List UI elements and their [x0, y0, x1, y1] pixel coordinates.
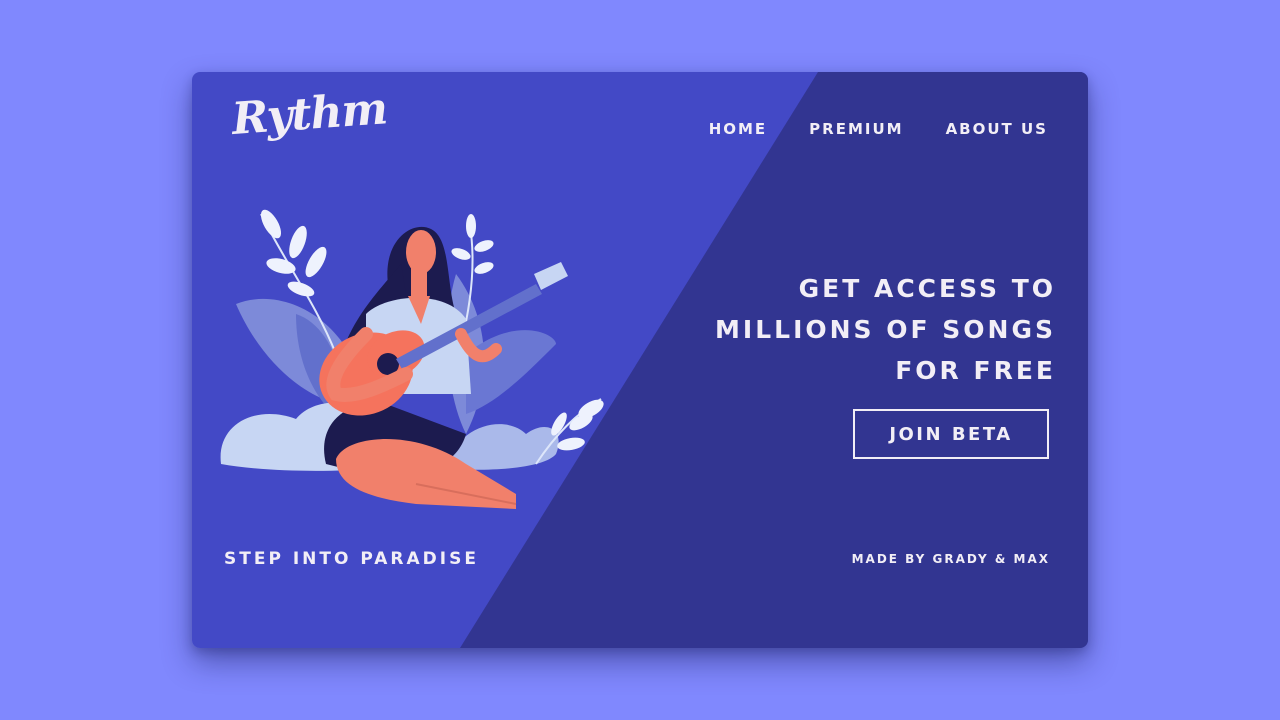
hero-headline: GET ACCESS TO MILLIONS OF SONGS FOR FREE	[656, 268, 1056, 391]
nav-home-link[interactable]: HOME	[709, 120, 767, 138]
guitar-girl-illustration	[220, 209, 604, 509]
nav-about-link[interactable]: ABOUT US	[946, 120, 1048, 138]
brand-logo[interactable]: Rythm	[230, 83, 388, 145]
tagline: STEP INTO PARADISE	[224, 549, 479, 569]
headline-line-2: MILLIONS OF SONGS	[715, 315, 1056, 344]
main-nav: HOME PREMIUM ABOUT US	[709, 120, 1048, 138]
headline-line-1: GET ACCESS TO	[798, 274, 1056, 303]
landing-card: Rythm HOME PREMIUM ABOUT US GET ACCESS T…	[192, 72, 1088, 648]
nav-premium-link[interactable]: PREMIUM	[809, 120, 903, 138]
headline-line-3: FOR FREE	[895, 356, 1056, 385]
credits: MADE BY GRADY & MAX	[851, 552, 1050, 566]
join-beta-button[interactable]: JOIN BETA	[853, 409, 1049, 459]
